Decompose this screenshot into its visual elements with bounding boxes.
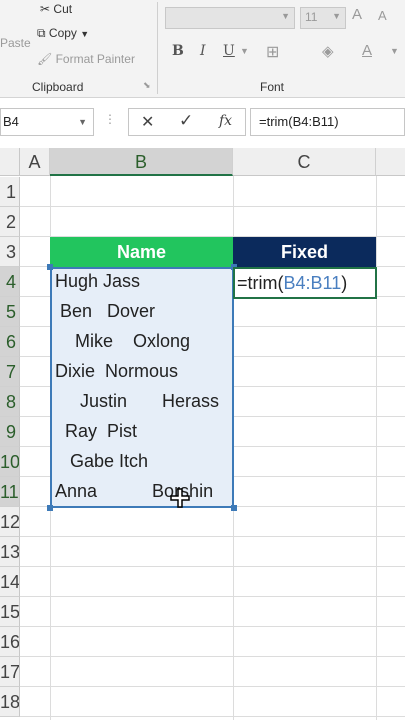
dialog-launcher-icon[interactable]: ⬊ <box>143 80 151 91</box>
format-painter-label: Format Painter <box>55 52 135 66</box>
name-cell[interactable]: Mike Oxlong <box>55 326 233 356</box>
column-header-c[interactable]: C <box>233 148 376 176</box>
chevron-down-icon[interactable]: ▼ <box>240 46 249 56</box>
font-size-value: 11 <box>305 10 318 24</box>
format-painter-button[interactable]: 🖌 Format Painter <box>37 52 135 66</box>
row-header-5[interactable]: 5 <box>0 297 20 327</box>
chevron-down-icon[interactable]: ▼ <box>78 109 87 135</box>
row-header-7[interactable]: 7 <box>0 357 20 387</box>
row-header-18[interactable]: 18 <box>0 687 20 717</box>
column-gridline <box>376 176 377 720</box>
name-cell[interactable]: Ben Dover <box>55 296 233 326</box>
borders-icon[interactable]: ⊞ <box>266 42 279 62</box>
name-cell[interactable]: Ray Pist <box>55 416 233 446</box>
font-color-button[interactable]: A <box>362 42 372 59</box>
row-gridline <box>20 686 405 687</box>
name-cell[interactable]: Dixie Normous <box>55 356 233 386</box>
name-cell[interactable]: Gabe Itch <box>55 446 233 476</box>
range-handle[interactable] <box>47 264 53 270</box>
row-header-15[interactable]: 15 <box>0 597 20 627</box>
chevron-down-icon: ▼ <box>281 11 290 21</box>
copy-button[interactable]: ⧉ Copy ▼ <box>37 26 89 41</box>
name-header-cell[interactable]: Name <box>50 237 233 267</box>
row-header-3[interactable]: 3 <box>0 237 20 267</box>
range-handle[interactable] <box>47 505 53 511</box>
row-header-6[interactable]: 6 <box>0 327 20 357</box>
copy-label: Copy <box>48 26 77 40</box>
row-gridline <box>20 716 405 717</box>
chevron-down-icon[interactable]: ▼ <box>390 46 399 56</box>
scissors-icon: ✂ <box>40 2 51 16</box>
group-divider <box>157 2 158 94</box>
row-header-16[interactable]: 16 <box>0 627 20 657</box>
copy-icon: ⧉ <box>37 26 46 40</box>
column-header-a[interactable]: A <box>20 148 50 176</box>
row-header-13[interactable]: 13 <box>0 537 20 567</box>
font-size-dropdown[interactable]: 11 ▼ <box>300 7 346 29</box>
row-header-12[interactable]: 12 <box>0 507 20 537</box>
paste-button[interactable]: Paste <box>0 36 31 50</box>
formula-buttons: ✕ ✓ fx <box>128 108 246 136</box>
column-header-b[interactable]: B <box>50 148 233 176</box>
cancel-icon[interactable]: ✕ <box>141 112 154 132</box>
ribbon: Paste ✂ Cut ⧉ Copy ▼ 🖌 Format Painter Cl… <box>0 0 405 98</box>
select-all-corner[interactable] <box>0 148 20 176</box>
paintbrush-icon: 🖌 <box>37 52 53 66</box>
increase-font-button[interactable]: A <box>352 6 362 23</box>
row-header-4[interactable]: 4 <box>0 267 20 297</box>
insert-function-icon[interactable]: fx <box>219 113 232 129</box>
row-header-9[interactable]: 9 <box>0 417 20 447</box>
underline-button[interactable]: U <box>223 43 235 59</box>
row-gridline <box>20 536 405 537</box>
row-gridline <box>20 206 405 207</box>
fill-color-icon[interactable]: ◈ <box>322 42 334 60</box>
row-header-8[interactable]: 8 <box>0 387 20 417</box>
cut-button[interactable]: ✂ Cut <box>40 2 72 16</box>
row-header-17[interactable]: 17 <box>0 657 20 687</box>
name-box-value: B4 <box>3 114 19 129</box>
fixed-header-cell[interactable]: Fixed <box>233 237 376 267</box>
row-header-2[interactable]: 2 <box>0 207 20 237</box>
chevron-down-icon: ▼ <box>332 11 341 21</box>
font-group-label: Font <box>260 80 285 94</box>
row-header-14[interactable]: 14 <box>0 567 20 597</box>
active-cell-formula: =trim(B4:B11) <box>237 269 347 297</box>
formula-closing-paren: ) <box>341 273 348 293</box>
formula-input[interactable]: =trim(B4:B11) <box>250 108 405 136</box>
column-header-d[interactable] <box>376 148 405 176</box>
name-cell[interactable]: Hugh Jass <box>55 266 233 296</box>
cut-label: Cut <box>53 2 73 16</box>
row-gridline <box>20 656 405 657</box>
font-name-dropdown[interactable]: ▼ <box>165 7 295 29</box>
row-header-10[interactable]: 10 <box>0 447 20 477</box>
move-cursor-icon <box>170 488 190 508</box>
chevron-down-icon: ▼ <box>80 29 90 39</box>
row-gridline <box>20 596 405 597</box>
active-cell-c4[interactable]: =trim(B4:B11) <box>233 267 377 299</box>
row-header-11[interactable]: 11 <box>0 477 20 507</box>
decrease-font-button[interactable]: A <box>378 8 387 23</box>
name-box[interactable]: B4 ▼ <box>0 108 94 136</box>
row-gridline <box>20 566 405 567</box>
more-options-icon[interactable]: ⋮ <box>104 112 116 126</box>
row-header-1[interactable]: 1 <box>0 177 20 207</box>
enter-icon[interactable]: ✓ <box>179 111 193 131</box>
italic-button[interactable]: I <box>200 43 206 59</box>
clipboard-group-label: Clipboard <box>32 80 84 94</box>
name-cell[interactable]: Anna Borshin <box>55 476 233 506</box>
bold-button[interactable]: B <box>172 43 184 59</box>
row-gridline <box>20 626 405 627</box>
formula-range-reference: B4:B11 <box>283 273 342 293</box>
name-cell[interactable]: Justin Herass <box>55 386 233 416</box>
formula-function-text: =trim( <box>237 273 284 293</box>
